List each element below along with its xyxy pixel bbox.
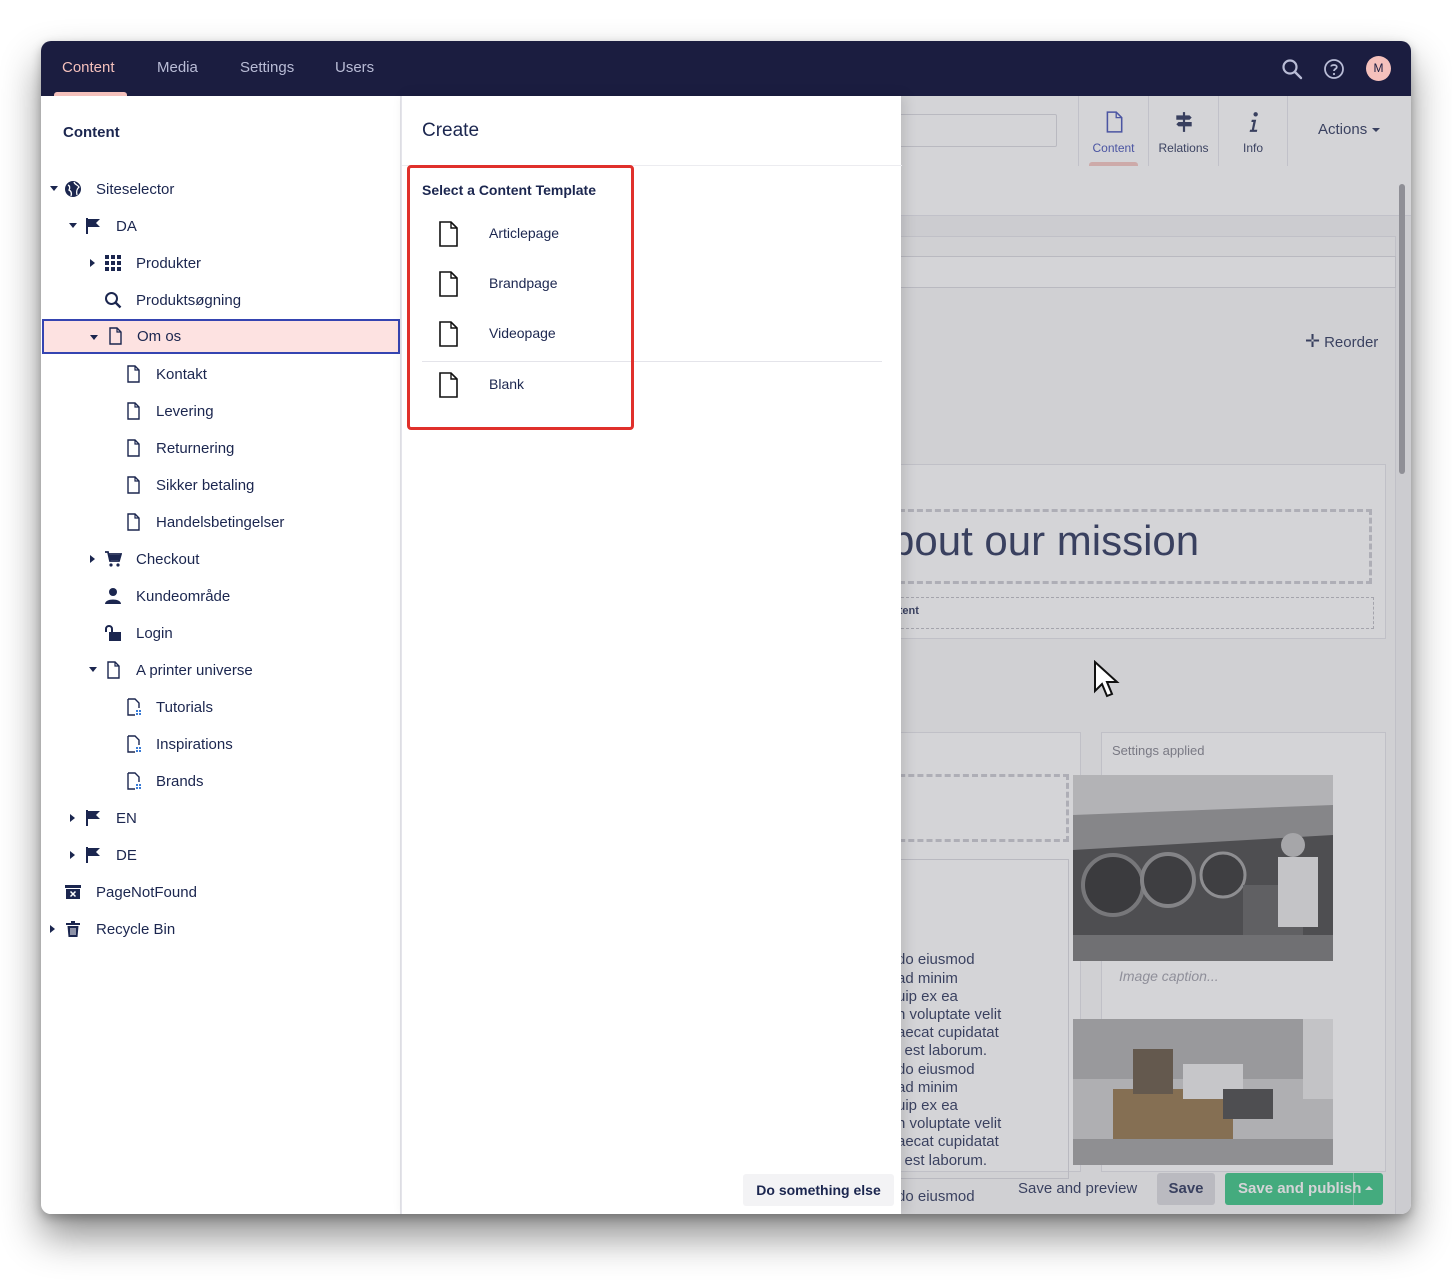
caret-right-icon[interactable] xyxy=(70,851,75,859)
globe-icon xyxy=(65,181,81,197)
document-grid-icon xyxy=(127,698,141,716)
tree-item-da[interactable]: DA xyxy=(41,210,399,243)
caret-down-icon[interactable] xyxy=(50,186,58,191)
grid-icon xyxy=(105,255,121,271)
cart-icon xyxy=(105,551,122,567)
tree-item-label: Checkout xyxy=(136,551,200,568)
caret-right-icon[interactable] xyxy=(90,259,95,267)
flag-icon xyxy=(86,810,100,826)
tree-item-label: Produkter xyxy=(136,255,202,272)
tree-item-label: Tutorials xyxy=(156,699,213,716)
tree-item-handelsbetingelser[interactable]: Handelsbetingelser xyxy=(41,506,399,539)
search-icon xyxy=(105,292,122,309)
tree-item-label: Levering xyxy=(156,403,214,420)
caret-right-icon[interactable] xyxy=(50,925,55,933)
nav-users[interactable]: Users xyxy=(335,41,374,96)
trash-icon xyxy=(66,921,80,937)
document-icon xyxy=(127,513,140,531)
do-something-else-button[interactable]: Do something else xyxy=(743,1174,894,1206)
tree-item-inspirations[interactable]: Inspirations xyxy=(41,728,399,761)
tree-item-label: Recycle Bin xyxy=(96,921,176,938)
tree-title: Content xyxy=(63,124,120,141)
user-avatar[interactable]: M xyxy=(1366,56,1391,81)
tree-item-recycle-bin[interactable]: Recycle Bin xyxy=(41,913,399,946)
document-grid-icon xyxy=(127,772,141,790)
caret-right-icon[interactable] xyxy=(90,555,95,563)
tree-item-label: Kontakt xyxy=(156,366,207,383)
tree-item-label: Handelsbetingelser xyxy=(156,514,285,531)
document-icon xyxy=(127,365,140,383)
tree-item-returnering[interactable]: Returnering xyxy=(41,432,399,465)
nav-content[interactable]: Content xyxy=(62,41,115,96)
tree-item-pagenotfound[interactable]: PageNotFound xyxy=(41,876,399,909)
create-dialog: Create Select a Content Template Article… xyxy=(401,96,902,1214)
tree-item-sikker-betaling[interactable]: Sikker betaling xyxy=(41,469,399,502)
tree-item-login[interactable]: Login xyxy=(41,617,399,650)
tree-item-label: Produktsøgning xyxy=(136,292,242,309)
tree-item-label: Returnering xyxy=(156,440,235,457)
document-icon xyxy=(127,439,140,457)
flag-icon xyxy=(86,218,100,234)
tree-item-tutorials[interactable]: Tutorials xyxy=(41,691,399,724)
top-navigation: Content Media Settings Users M xyxy=(41,41,1411,96)
tree-item-label: Om os xyxy=(137,328,182,345)
page-not-found-icon xyxy=(65,885,81,899)
tree-item-de[interactable]: DE xyxy=(41,839,399,872)
template-highlight-box xyxy=(407,165,634,430)
tree-item-siteselector[interactable]: Siteselector xyxy=(41,173,399,206)
nav-settings[interactable]: Settings xyxy=(240,41,294,96)
tree-item-produkter[interactable]: Produkter xyxy=(41,247,399,280)
document-icon xyxy=(127,476,140,494)
tree-item-checkout[interactable]: Checkout xyxy=(41,543,399,576)
unlock-icon xyxy=(105,625,121,641)
tree-item-label: PageNotFound xyxy=(96,884,197,901)
tree-item-label: Kundeområde xyxy=(136,588,231,605)
nav-media[interactable]: Media xyxy=(157,41,198,96)
content-tree: Content Siteselector DA Produkter Produk… xyxy=(41,96,401,1214)
document-grid-icon xyxy=(127,735,141,753)
user-icon xyxy=(105,588,121,604)
caret-right-icon[interactable] xyxy=(70,814,75,822)
flag-icon xyxy=(86,847,100,863)
tree-item-produktsogning[interactable]: Produktsøgning xyxy=(41,284,399,317)
tree-item-om-os[interactable]: Om os xyxy=(42,319,400,354)
tree-item-label: A printer universe xyxy=(136,662,253,679)
tree-item-kundeomrade[interactable]: Kundeområde xyxy=(41,580,399,613)
mouse-cursor-icon xyxy=(1094,660,1120,698)
search-icon[interactable] xyxy=(1280,57,1304,81)
document-icon xyxy=(109,327,122,345)
caret-down-icon[interactable] xyxy=(69,223,77,228)
help-icon[interactable] xyxy=(1322,57,1346,81)
tree-item-levering[interactable]: Levering xyxy=(41,395,399,428)
tree-item-en[interactable]: EN xyxy=(41,802,399,835)
tree-item-label: DE xyxy=(116,847,137,864)
tree-item-a-printer-universe[interactable]: A printer universe xyxy=(41,654,399,687)
tree-item-brands[interactable]: Brands xyxy=(41,765,399,798)
tree-item-label: DA xyxy=(116,218,137,235)
document-icon xyxy=(127,402,140,420)
tree-item-label: Siteselector xyxy=(96,181,175,198)
tree-item-label: EN xyxy=(116,810,137,827)
caret-down-icon[interactable] xyxy=(90,335,98,340)
umbraco-window: Content Media Settings Users M Content S… xyxy=(41,41,1411,1214)
tree-item-label: Sikker betaling xyxy=(156,477,255,494)
tree-item-label: Inspirations xyxy=(156,736,233,753)
document-icon xyxy=(107,661,120,679)
tree-item-kontakt[interactable]: Kontakt xyxy=(41,358,399,391)
caret-down-icon[interactable] xyxy=(89,667,97,672)
create-dialog-title: Create xyxy=(422,120,480,141)
tree-item-label: Login xyxy=(136,625,173,642)
tree-item-label: Brands xyxy=(156,773,204,790)
